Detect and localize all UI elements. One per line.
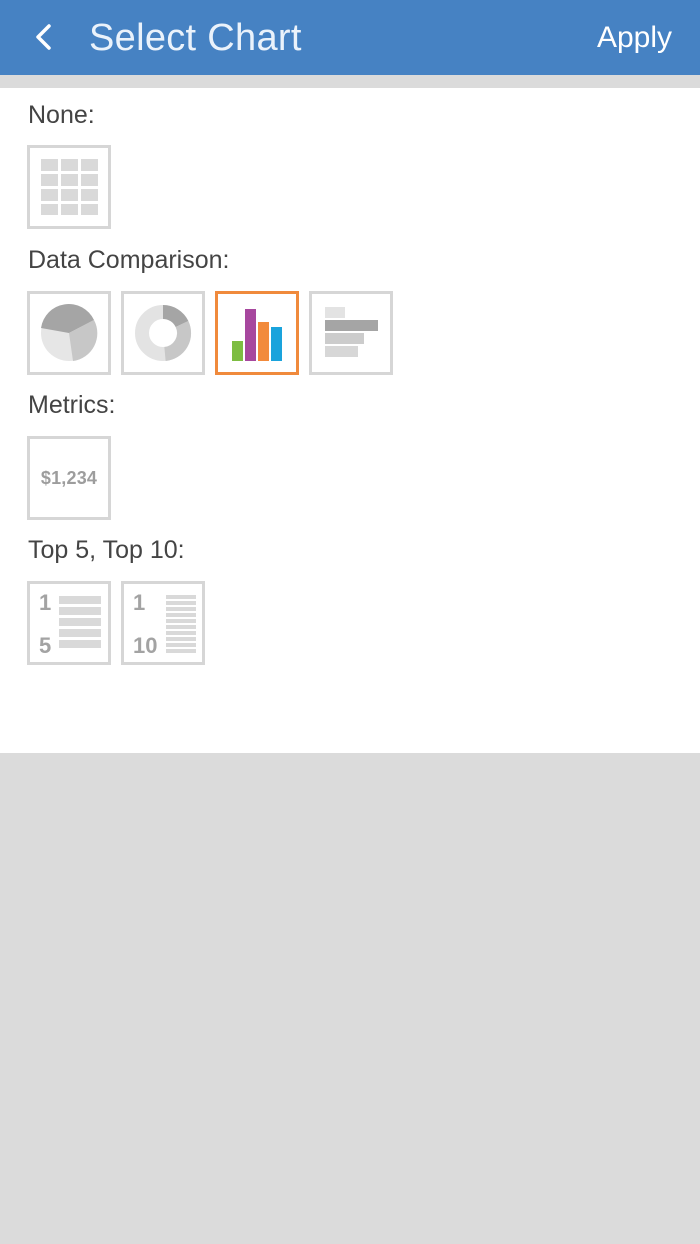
section-label-none: None: — [28, 101, 95, 129]
none-options — [27, 145, 111, 229]
chart-type-panel: None: Data Comparison: Metrics: $1,234 T… — [0, 88, 700, 753]
apply-button[interactable]: Apply — [597, 16, 672, 60]
section-label-data-comparison: Data Comparison: — [28, 246, 230, 274]
chart-option-top-10[interactable]: 1 10 — [121, 581, 205, 665]
chart-option-top-5[interactable]: 1 5 — [27, 581, 111, 665]
header-divider — [0, 75, 700, 88]
top-10-last-rank: 10 — [133, 633, 158, 658]
chart-option-pie[interactable] — [27, 291, 111, 375]
section-label-metrics: Metrics: — [28, 391, 116, 419]
chart-option-metric[interactable]: $1,234 — [27, 436, 111, 520]
metric-value-icon: $1,234 — [40, 467, 98, 488]
donut-chart-icon — [135, 304, 192, 361]
top-5-list-icon — [59, 596, 101, 648]
horizontal-bar-chart-icon — [325, 307, 378, 357]
pie-chart-icon — [41, 304, 98, 361]
top-bar: Select Chart Apply — [0, 0, 700, 75]
chart-option-bar[interactable] — [215, 291, 299, 375]
top-5-first-rank: 1 — [39, 590, 52, 615]
data-comparison-options — [27, 291, 393, 375]
table-grid-icon — [41, 159, 98, 215]
chevron-left-icon — [36, 24, 51, 50]
top-5-last-rank: 5 — [39, 633, 52, 658]
back-button[interactable] — [22, 14, 66, 60]
metrics-options: $1,234 — [27, 436, 111, 520]
section-label-top: Top 5, Top 10: — [28, 536, 185, 564]
bar-chart-icon — [232, 309, 282, 361]
top-10-first-rank: 1 — [133, 590, 146, 615]
chart-option-donut[interactable] — [121, 291, 205, 375]
chart-option-none[interactable] — [27, 145, 111, 229]
top-10-list-icon — [166, 595, 196, 653]
chart-option-horizontal-bar[interactable] — [309, 291, 393, 375]
top-options: 1 5 1 10 — [27, 581, 205, 665]
page-title: Select Chart — [89, 17, 302, 59]
